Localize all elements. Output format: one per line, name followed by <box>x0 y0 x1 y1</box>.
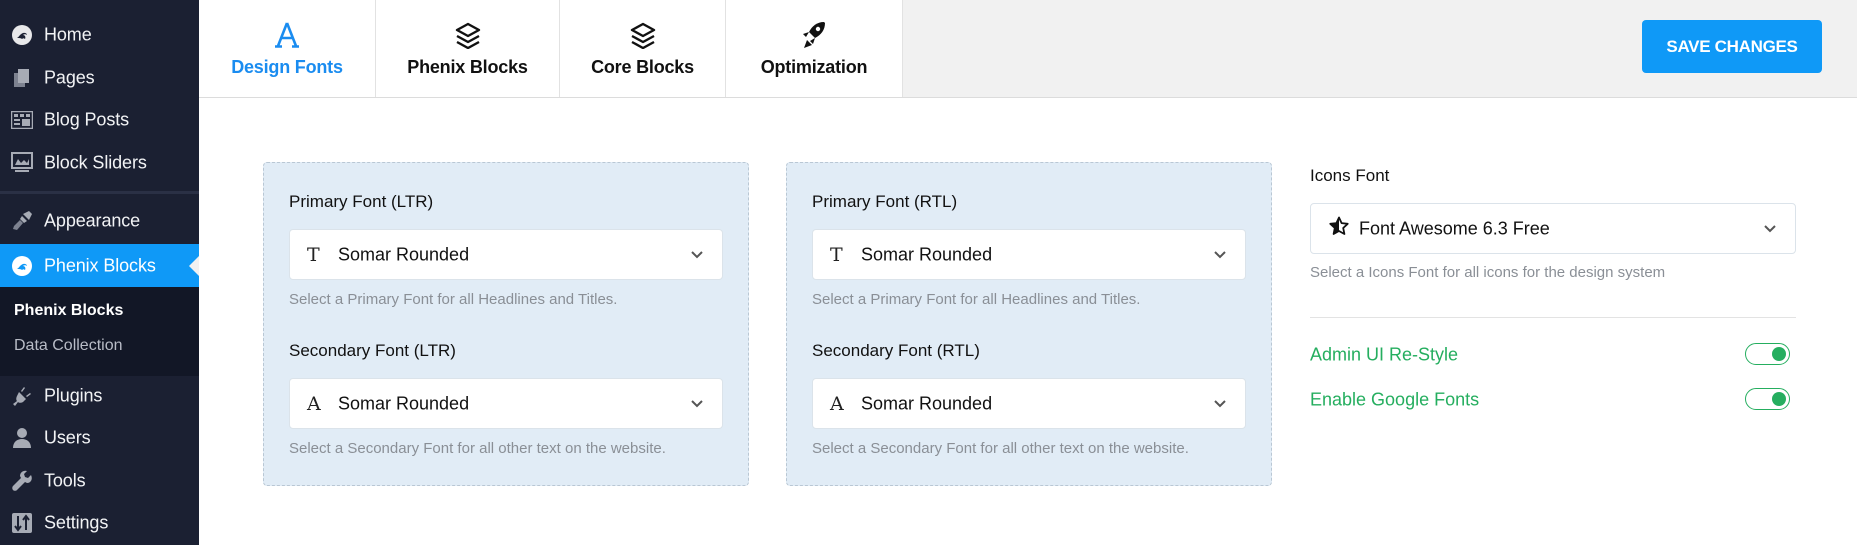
layers-icon <box>454 18 482 52</box>
primary-font-rtl-help: Select a Primary Font for all Headlines … <box>812 291 1141 308</box>
tab-label: Design Fonts <box>231 57 343 77</box>
blog-posts-icon <box>10 108 34 132</box>
primary-font-rtl-label: Primary Font (RTL) <box>812 192 958 211</box>
layers-icon <box>629 18 657 52</box>
tab-label: Core Blocks <box>591 57 694 77</box>
admin-ui-restyle-row: Admin UI Re-Style <box>1310 343 1796 367</box>
sidebar-separator <box>0 191 199 194</box>
tab-label: Phenix Blocks <box>407 57 528 77</box>
sidebar-item-label: Home <box>44 24 92 45</box>
enable-google-fonts-toggle[interactable] <box>1745 388 1790 410</box>
sidebar-item-pages[interactable]: Pages <box>0 57 199 99</box>
selected-value: Somar Rounded <box>861 244 993 264</box>
font-a-icon <box>274 18 300 52</box>
sidebar-item-label: Tools <box>44 470 86 491</box>
save-changes-button[interactable]: SAVE CHANGES <box>1642 20 1822 73</box>
sidebar-item-label: Appearance <box>44 210 141 231</box>
secondary-font-rtl-label: Secondary Font (RTL) <box>812 341 980 360</box>
chevron-down-icon <box>691 399 703 407</box>
rtl-fonts-card: Primary Font (RTL) T Somar Rounded Selec… <box>786 162 1272 486</box>
admin-ui-restyle-label: Admin UI Re-Style <box>1310 344 1459 365</box>
chevron-down-icon <box>1214 250 1226 258</box>
selected-value: Somar Rounded <box>338 393 470 413</box>
pages-icon <box>10 66 34 90</box>
submenu-item-data-collection[interactable]: Data Collection <box>14 337 123 355</box>
font-a-icon: A <box>830 392 844 415</box>
chevron-down-icon <box>691 250 703 258</box>
toggle-knob <box>1772 347 1786 361</box>
icons-font-label: Icons Font <box>1310 166 1390 185</box>
selected-value: Font Awesome 6.3 Free <box>1359 218 1550 238</box>
enable-google-fonts-label: Enable Google Fonts <box>1310 389 1480 410</box>
sidebar-item-users[interactable]: Users <box>0 417 199 459</box>
phoenix-logo-icon <box>10 254 34 278</box>
selected-value: Somar Rounded <box>861 393 993 413</box>
settings-header: Design Fonts Phenix Blocks Core Blocks O… <box>199 0 1857 98</box>
submenu-item-phenix-blocks[interactable]: Phenix Blocks <box>14 302 123 320</box>
font-a-icon: A <box>307 392 321 415</box>
sidebar-item-blog-posts[interactable]: Blog Posts <box>0 99 199 141</box>
icons-font-select[interactable]: Font Awesome 6.3 Free <box>1310 203 1796 254</box>
phoenix-logo-icon <box>10 23 34 47</box>
settings-tabs: Design Fonts Phenix Blocks Core Blocks O… <box>199 0 903 97</box>
sidebar-item-phenix-blocks[interactable]: Phenix Blocks <box>0 244 199 287</box>
sidebar-item-label: Users <box>44 427 91 448</box>
sidebar-item-block-sliders[interactable]: Block Sliders <box>0 142 199 184</box>
chevron-down-icon <box>1214 399 1226 407</box>
secondary-font-rtl-select[interactable]: A Somar Rounded <box>812 378 1246 429</box>
selected-value: Somar Rounded <box>338 244 470 264</box>
secondary-font-ltr-select[interactable]: A Somar Rounded <box>289 378 723 429</box>
tab-core-blocks[interactable]: Core Blocks <box>560 0 726 97</box>
current-menu-arrow <box>189 255 199 276</box>
tab-design-fonts[interactable]: Design Fonts <box>199 0 376 97</box>
sidebar-item-tools[interactable]: Tools <box>0 460 199 502</box>
sidebar-item-appearance[interactable]: Appearance <box>0 200 199 242</box>
tab-label: Optimization <box>760 57 868 77</box>
primary-font-ltr-help: Select a Primary Font for all Headlines … <box>289 291 618 308</box>
plug-icon <box>10 384 34 408</box>
tab-phenix-blocks[interactable]: Phenix Blocks <box>376 0 560 97</box>
star-half-icon <box>1329 216 1349 241</box>
sidebar-item-label: Phenix Blocks <box>44 255 156 275</box>
sidebar-item-label: Plugins <box>44 385 103 406</box>
rocket-icon <box>800 18 828 52</box>
sidebar-item-label: Settings <box>44 512 109 533</box>
tab-optimization[interactable]: Optimization <box>726 0 903 97</box>
sidebar-item-plugins[interactable]: Plugins <box>0 375 199 417</box>
secondary-font-ltr-help: Select a Secondary Font for all other te… <box>289 440 666 457</box>
icons-font-help: Select a Icons Font for all icons for th… <box>1310 264 1666 281</box>
sidebar-item-label: Pages <box>44 67 95 88</box>
font-t-icon: T <box>307 243 320 266</box>
chevron-down-icon <box>1764 224 1776 232</box>
enable-google-fonts-row: Enable Google Fonts <box>1310 388 1796 412</box>
primary-font-ltr-label: Primary Font (LTR) <box>289 192 434 211</box>
settings-sliders-icon <box>10 511 34 535</box>
primary-font-rtl-select[interactable]: T Somar Rounded <box>812 229 1246 280</box>
font-t-icon: T <box>830 243 843 266</box>
user-icon <box>10 426 34 450</box>
sidebar-item-home[interactable]: Home <box>0 14 199 56</box>
slider-icon <box>10 151 34 175</box>
admin-ui-restyle-toggle[interactable] <box>1745 343 1790 365</box>
secondary-font-ltr-label: Secondary Font (LTR) <box>289 341 456 360</box>
secondary-font-rtl-help: Select a Secondary Font for all other te… <box>812 440 1189 457</box>
sidebar-item-settings[interactable]: Settings <box>0 502 199 544</box>
sidebar-submenu: Phenix Blocks Data Collection <box>0 287 199 376</box>
ltr-fonts-card: Primary Font (LTR) T Somar Rounded Selec… <box>263 162 749 486</box>
primary-font-ltr-select[interactable]: T Somar Rounded <box>289 229 723 280</box>
wrench-icon <box>10 469 34 493</box>
section-divider <box>1310 317 1796 318</box>
toggle-knob <box>1772 392 1786 406</box>
sidebar-item-label: Blog Posts <box>44 109 130 130</box>
paintbrush-icon <box>10 209 34 233</box>
sidebar-item-label: Block Sliders <box>44 152 147 173</box>
admin-sidebar: Home Pages Blog Posts Block Sliders Appe… <box>0 0 199 545</box>
